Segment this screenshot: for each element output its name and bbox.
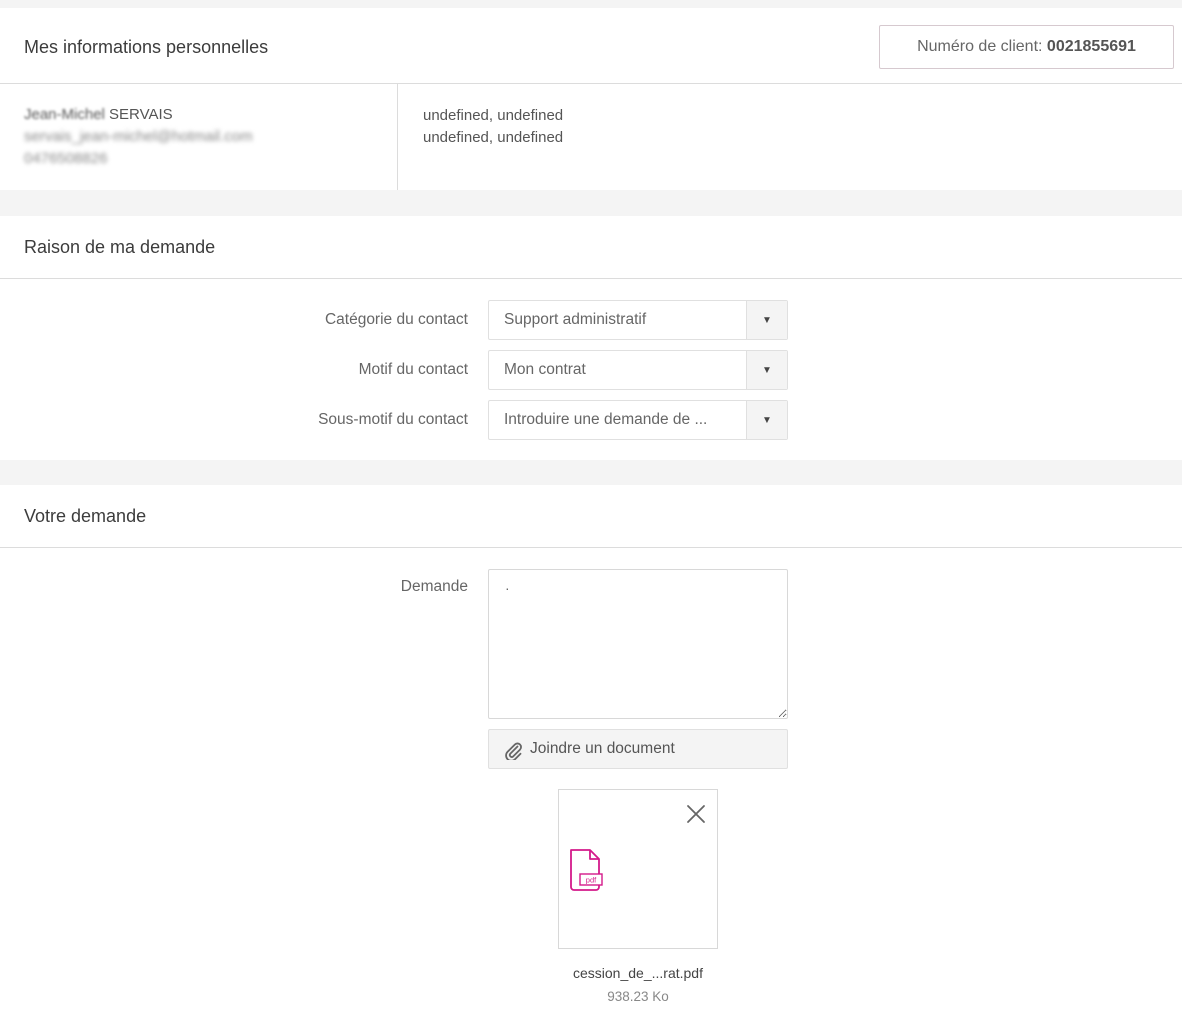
contact-reason-row: Motif du contact Mon contrat ▼ <box>0 350 1182 390</box>
contact-category-label: Catégorie du contact <box>324 311 468 328</box>
customer-name: Jean-Michel SERVAIS <box>24 104 253 126</box>
personal-info-card: Mes informations personnelles Numéro de … <box>0 8 1182 190</box>
request-reason-header: Raison de ma demande <box>0 216 1182 279</box>
your-request-title: Votre demande <box>24 506 147 526</box>
contact-subreason-select[interactable]: Introduire une demande de ... ▼ <box>488 400 788 440</box>
request-reason-title: Raison de ma demande <box>24 237 216 257</box>
client-number-value: 0021855691 <box>1046 38 1136 55</box>
contact-reason-label: Motif du contact <box>358 361 468 378</box>
customer-phone: 0476508826 <box>24 150 108 167</box>
client-number-box: Numéro de client: 0021855691 <box>879 25 1174 69</box>
contact-subreason-value: Introduire une demande de ... <box>504 411 708 428</box>
your-request-header: Votre demande <box>0 485 1182 548</box>
chevron-down-icon[interactable]: ▼ <box>746 301 787 339</box>
personal-address-column: undefined, undefined undefined, undefine… <box>423 105 563 149</box>
paperclip-icon <box>503 740 523 765</box>
contact-subreason-label: Sous-motif du contact <box>318 411 468 428</box>
attached-file-card: pdf <box>558 789 718 949</box>
your-request-card: Votre demande Demande · Joindre un docum… <box>0 485 1182 1016</box>
chevron-down-icon[interactable]: ▼ <box>746 401 787 439</box>
attach-document-button[interactable]: Joindre un document <box>488 729 788 769</box>
address-line-2: undefined, undefined <box>423 129 564 146</box>
customer-first-name: Jean-Michel <box>24 106 105 123</box>
contact-category-row: Catégorie du contact Support administrat… <box>0 300 1182 340</box>
attached-file-name: cession_de_...rat.pdf <box>573 965 703 981</box>
personal-info-header: Mes informations personnelles Numéro de … <box>0 8 1182 84</box>
contact-reason-value: Mon contrat <box>504 361 586 378</box>
contact-category-select[interactable]: Support administratif ▼ <box>488 300 788 340</box>
attached-file-size: 938.23 Ko <box>607 989 669 1004</box>
address-line-1: undefined, undefined <box>423 107 564 124</box>
request-reason-card: Raison de ma demande Catégorie du contac… <box>0 216 1182 460</box>
demande-label: Demande <box>400 578 468 595</box>
pdf-icon-tag: pdf <box>586 876 597 885</box>
customer-last-name: SERVAIS <box>109 106 173 123</box>
contact-subreason-row: Sous-motif du contact Introduire une dem… <box>0 400 1182 440</box>
client-number-label: Numéro de client: <box>917 38 1047 55</box>
chevron-down-icon[interactable]: ▼ <box>746 351 787 389</box>
contact-reason-select[interactable]: Mon contrat ▼ <box>488 350 788 390</box>
customer-email: servais_jean-michel@hotmail.com <box>24 128 253 145</box>
personal-contact-column: Jean-Michel SERVAIS servais_jean-michel@… <box>0 84 398 190</box>
demande-textarea[interactable]: · <box>488 569 788 719</box>
attach-document-label: Joindre un document <box>530 740 675 757</box>
close-icon[interactable] <box>686 804 706 824</box>
contact-category-value: Support administratif <box>504 311 647 328</box>
personal-info-title: Mes informations personnelles <box>24 37 269 57</box>
pdf-file-icon: pdf <box>568 848 604 897</box>
